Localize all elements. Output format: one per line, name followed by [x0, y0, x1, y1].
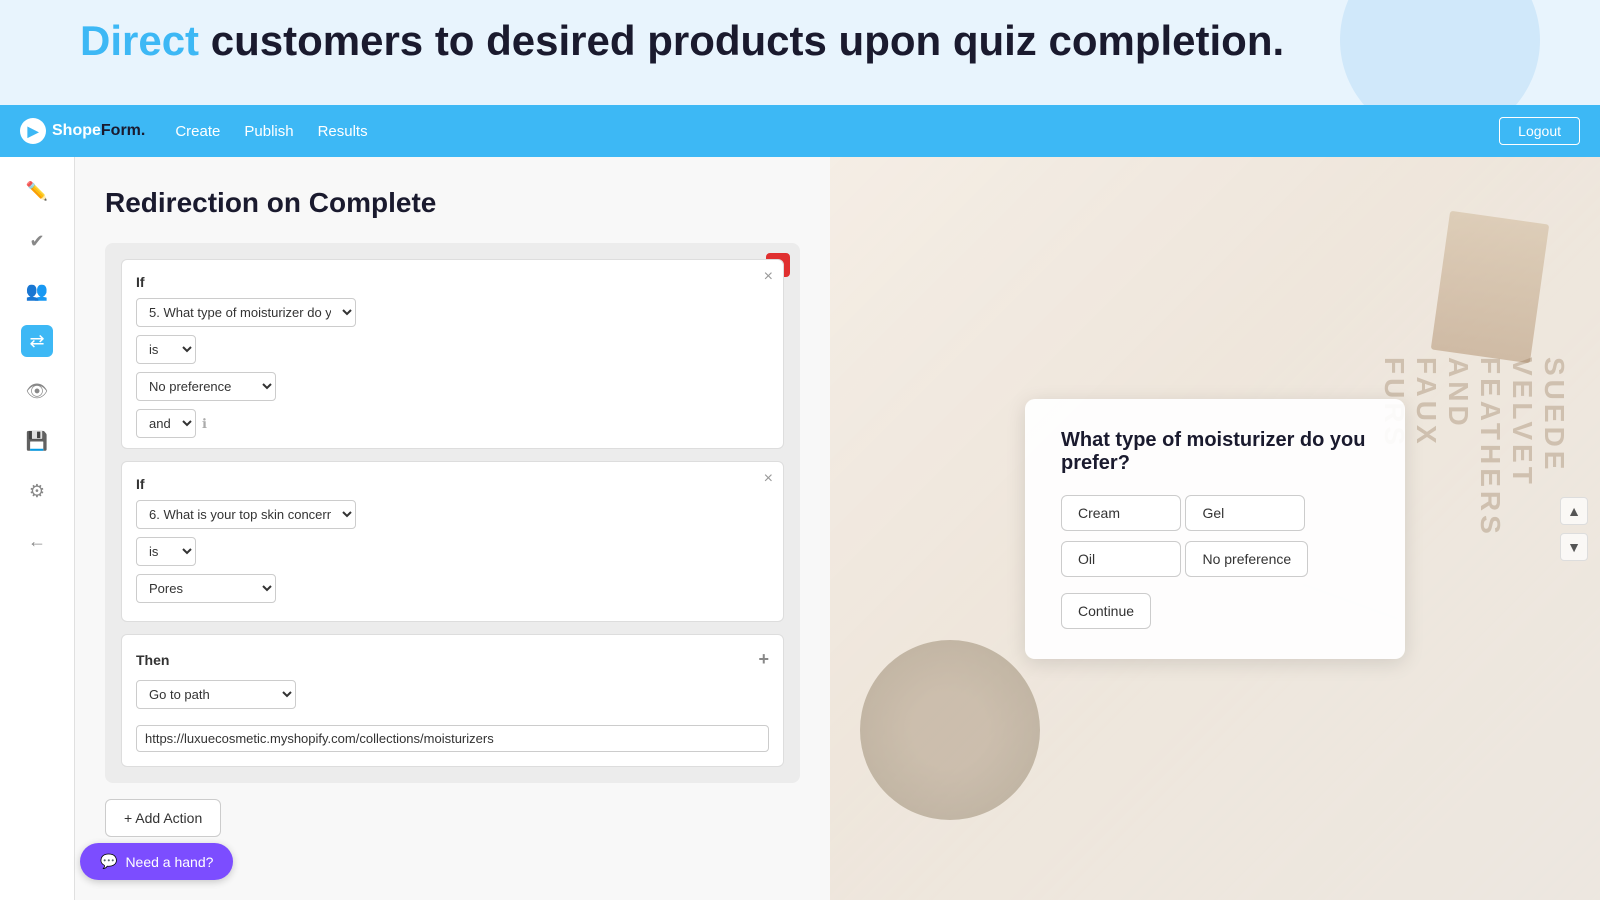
condition-2-question-row: 6. What is your top skin concern? — [136, 500, 769, 529]
bg-watch-decoration — [860, 640, 1040, 820]
sidebar-icon-back[interactable]: ← — [21, 525, 53, 557]
nav-publish[interactable]: Publish — [244, 123, 293, 140]
help-label: Need a hand? — [125, 854, 213, 870]
condition-2-is-row: is — [136, 537, 769, 566]
add-action-button[interactable]: + Add Action — [105, 799, 221, 837]
sidebar: ✏️ ✔ 👥 ⇄ 👁 💾 ⚙ ← — [0, 157, 75, 900]
condition-1-question-row: 5. What type of moisturizer do you prefe… — [136, 298, 769, 327]
scroll-up-button[interactable]: ▲ — [1560, 497, 1588, 525]
help-icon: 💬 — [100, 853, 117, 870]
condition-2-is-select[interactable]: is — [136, 537, 196, 566]
condition-1-answer-select[interactable]: No preference — [136, 372, 276, 401]
scroll-down-button[interactable]: ▼ — [1560, 533, 1588, 561]
navbar: ▶ ShopeForm. Create Publish Results Logo… — [0, 105, 1600, 157]
editor-panel: Redirection on Complete ✕ × If 5. What t… — [75, 157, 830, 900]
sidebar-icon-check[interactable]: ✔ — [21, 225, 53, 257]
hero-rest: customers to desired products upon quiz … — [199, 17, 1284, 64]
logo-text: ShopeForm. — [52, 122, 145, 140]
preview-panel: SUEDEVELVETFEATHERSANDFAUXFURS What type… — [830, 157, 1600, 900]
logo-icon: ▶ — [20, 118, 46, 144]
if-label-2: If — [136, 476, 769, 492]
then-plus-button[interactable]: + — [758, 649, 769, 670]
logout-button[interactable]: Logout — [1499, 117, 1580, 145]
and-select[interactable]: and — [136, 409, 196, 438]
scroll-arrows: ▲ ▼ — [1560, 497, 1588, 561]
add-action-label: + Add Action — [124, 810, 202, 826]
condition-2-answer-select[interactable]: Pores — [136, 574, 276, 603]
sidebar-icon-pencil[interactable]: ✏️ — [21, 175, 53, 207]
condition-1-close-button[interactable]: × — [764, 268, 773, 286]
quiz-continue-button[interactable]: Continue — [1061, 593, 1151, 629]
rule-card: ✕ × If 5. What type of moisturizer do yo… — [105, 243, 800, 783]
quiz-option-oil[interactable]: Oil — [1061, 541, 1181, 577]
info-icon: ℹ — [202, 416, 207, 432]
condition-1-answer-row: No preference — [136, 372, 769, 401]
nav-create[interactable]: Create — [175, 123, 220, 140]
navbar-logo: ▶ ShopeForm. — [20, 118, 145, 144]
condition-2-question-select[interactable]: 6. What is your top skin concern? — [136, 500, 356, 529]
then-header: Then + — [136, 649, 769, 670]
nav-results[interactable]: Results — [318, 123, 368, 140]
then-label: Then — [136, 652, 169, 668]
hero-title: Direct customers to desired products upo… — [80, 18, 1284, 64]
condition-2-answer-row: Pores — [136, 574, 769, 603]
then-action-row: Go to path — [136, 680, 769, 709]
page-title: Redirection on Complete — [105, 187, 800, 219]
sidebar-icon-sliders[interactable]: ⇄ — [21, 325, 53, 357]
then-action-select[interactable]: Go to path — [136, 680, 296, 709]
sidebar-icon-gear[interactable]: ⚙ — [21, 475, 53, 507]
help-button[interactable]: 💬 Need a hand? — [80, 843, 233, 880]
main-area: Redirection on Complete ✕ × If 5. What t… — [75, 157, 1600, 900]
condition-1-is-select[interactable]: is — [136, 335, 196, 364]
quiz-card: What type of moisturizer do you prefer? … — [1025, 399, 1405, 659]
then-url-input[interactable] — [136, 725, 769, 752]
quiz-options: Cream Gel Oil No preference — [1061, 495, 1369, 587]
condition-1-is-row: is — [136, 335, 769, 364]
bg-text-vertical: SUEDEVELVETFEATHERSANDFAUXFURS — [1378, 357, 1570, 538]
quiz-option-cream[interactable]: Cream — [1061, 495, 1181, 531]
sidebar-icon-save[interactable]: 💾 — [21, 425, 53, 457]
bg-book-decoration — [1431, 211, 1550, 364]
quiz-question: What type of moisturizer do you prefer? — [1061, 429, 1369, 475]
sidebar-icon-people[interactable]: 👥 — [21, 275, 53, 307]
and-row: and ℹ — [136, 409, 769, 438]
condition-block-1: × If 5. What type of moisturizer do you … — [121, 259, 784, 449]
condition-1-question-select[interactable]: 5. What type of moisturizer do you prefe… — [136, 298, 356, 327]
quiz-option-gel[interactable]: Gel — [1185, 495, 1305, 531]
if-label-1: If — [136, 274, 769, 290]
condition-2-close-button[interactable]: × — [764, 470, 773, 488]
then-block: Then + Go to path — [121, 634, 784, 767]
quiz-option-no-preference[interactable]: No preference — [1185, 541, 1308, 577]
sidebar-icon-eye[interactable]: 👁 — [21, 375, 53, 407]
hero-highlight: Direct — [80, 17, 199, 64]
condition-block-2: × If 6. What is your top skin concern? i… — [121, 461, 784, 622]
navbar-nav: Create Publish Results — [175, 123, 367, 140]
